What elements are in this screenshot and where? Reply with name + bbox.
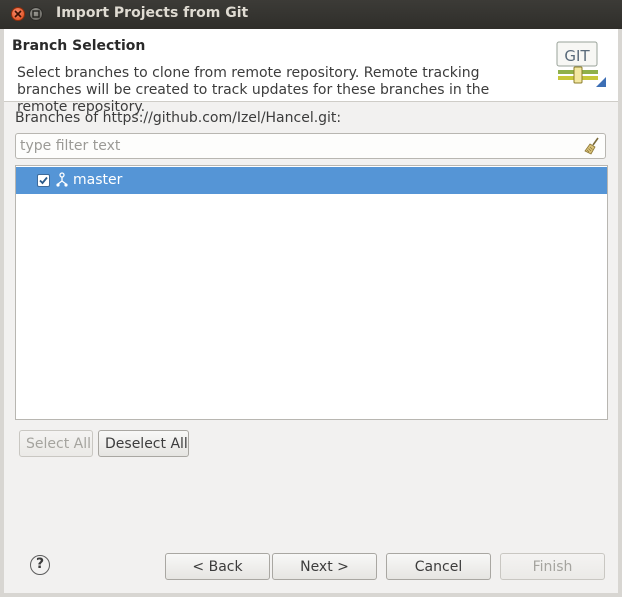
git-logo-text: GIT — [564, 47, 590, 65]
help-button[interactable]: ? — [30, 555, 50, 575]
deselect-all-button[interactable]: Deselect All — [98, 430, 189, 457]
window-title: Import Projects from Git — [56, 5, 249, 21]
title-bar: Import Projects from Git — [0, 0, 622, 29]
branch-checkbox[interactable] — [37, 174, 50, 187]
checkmark-icon — [39, 176, 48, 185]
next-button[interactable]: Next > — [272, 553, 377, 580]
window-frame-bottom — [0, 593, 622, 597]
back-button[interactable]: < Back — [165, 553, 270, 580]
window-frame-right — [618, 29, 622, 597]
wizard-header: Branch Selection Select branches to clon… — [4, 29, 618, 115]
page-description: Select branches to clone from remote rep… — [17, 65, 490, 115]
close-window-button[interactable] — [11, 7, 25, 21]
filter-field — [15, 133, 606, 159]
tree-row[interactable]: master — [16, 167, 607, 194]
page-title: Branch Selection — [12, 38, 146, 54]
close-icon — [14, 10, 22, 18]
clear-filter-icon[interactable] — [583, 137, 601, 155]
cancel-button[interactable]: Cancel — [386, 553, 491, 580]
branches-label: Branches of https://github.com/Izel/Hanc… — [15, 110, 342, 126]
branches-tree[interactable]: master — [15, 165, 608, 420]
git-logo-icon: GIT — [556, 41, 606, 87]
filter-input[interactable] — [20, 137, 580, 155]
maximize-icon — [32, 10, 40, 18]
branch-label: master — [73, 172, 123, 188]
window-frame-left — [0, 29, 4, 597]
finish-button[interactable]: Finish — [500, 553, 605, 580]
maximize-window-button[interactable] — [29, 7, 43, 21]
branch-icon — [56, 172, 68, 187]
select-all-button[interactable]: Select All — [19, 430, 93, 457]
